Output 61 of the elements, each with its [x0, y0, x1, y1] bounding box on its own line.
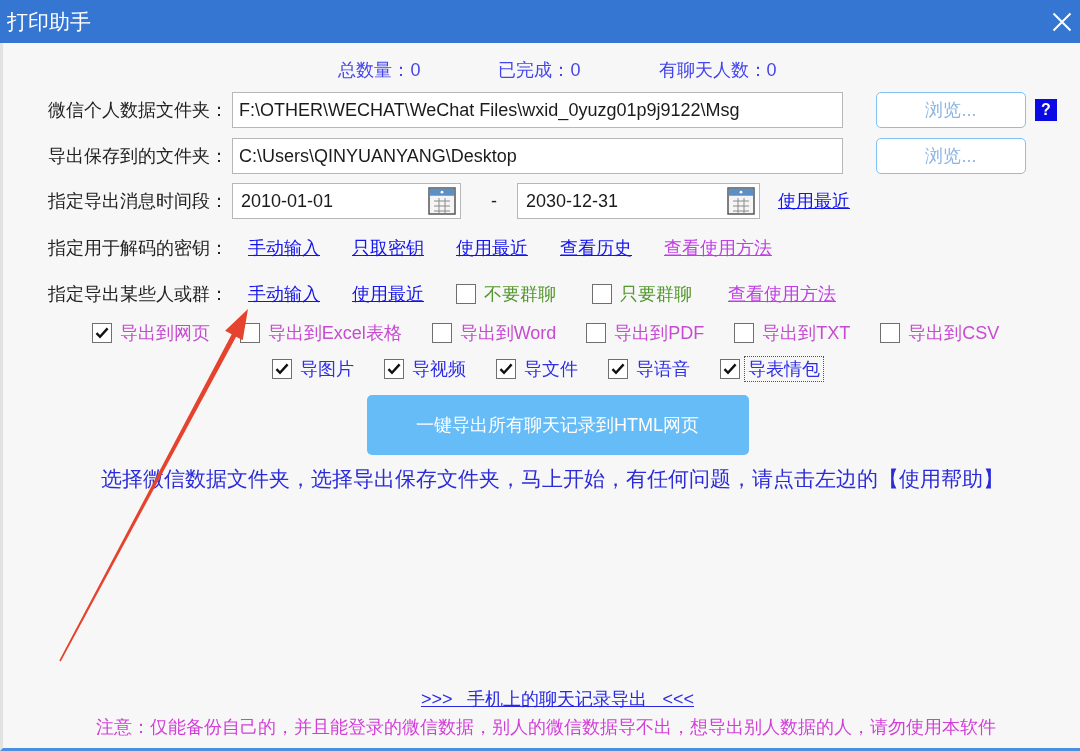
checkbox-label: 不要群聊	[483, 283, 557, 306]
counter-text: 已完成：0	[498, 59, 581, 82]
checkbox[interactable]	[495, 359, 516, 379]
checkbox-label: 导文件	[522, 358, 579, 381]
checkbox[interactable]	[383, 359, 404, 379]
counter-text: 总数量：0	[338, 59, 421, 82]
warning-text: 注意：仅能备份自己的，并且能登录的微信数据，别人的微信数据导不出，想导出别人数据的人，请勿使用本软件	[96, 717, 996, 737]
checkbox[interactable]	[880, 323, 901, 343]
checkbox[interactable]	[271, 359, 292, 379]
checkbox-label: 导语音	[634, 358, 691, 381]
checkbox[interactable]	[586, 323, 607, 343]
checkmark-icon	[386, 363, 401, 375]
field-label: 指定导出某些人或群：	[48, 283, 229, 306]
link[interactable]: 使用最近	[352, 282, 424, 306]
field-label: 指定导出消息时间段：	[48, 190, 229, 213]
date-field[interactable]: 2030-12-31	[517, 183, 760, 219]
checkmark-icon	[722, 363, 737, 375]
checkbox-label: 导视频	[410, 358, 467, 381]
link[interactable]: 使用最近	[456, 236, 528, 260]
text-field[interactable]: C:\Users\QINYUANYANG\Desktop	[232, 138, 843, 174]
text-field[interactable]: F:\OTHER\WECHAT\WeChat Files\wxid_0yuzg01p9j9122\Msg	[232, 92, 843, 128]
field-label: 微信个人数据文件夹：	[48, 99, 229, 122]
checkbox[interactable]	[719, 359, 740, 379]
separator-text: -	[491, 190, 497, 213]
checkbox[interactable]	[592, 284, 612, 304]
checkbox-label: 导出到TXT	[761, 322, 852, 345]
link[interactable]: 使用最近	[778, 189, 850, 213]
checkmark-icon	[94, 327, 109, 339]
link[interactable]: 查看使用方法	[728, 282, 836, 306]
calendar-icon	[727, 187, 755, 215]
checkbox-label: 导表情包	[743, 356, 824, 382]
checkbox-label: 导出到Word	[458, 322, 558, 345]
checkbox[interactable]	[734, 323, 755, 343]
checkbox[interactable]	[456, 284, 476, 304]
calendar-icon	[428, 187, 456, 215]
close-button[interactable]	[1051, 10, 1073, 33]
checkbox-label: 导出到网页	[118, 322, 211, 345]
field-label: 指定用于解码的密钥：	[48, 237, 229, 260]
link[interactable]: 手动输入	[248, 282, 320, 306]
checkbox[interactable]	[607, 359, 628, 379]
checkbox-label: 导图片	[298, 358, 355, 381]
window-title: 打印助手	[6, 8, 91, 35]
checkbox-label: 只要群聊	[619, 283, 693, 306]
link[interactable]: 查看使用方法	[664, 236, 772, 260]
close-icon	[1052, 11, 1072, 32]
link[interactable]: 只取密钥	[352, 236, 424, 260]
checkmark-icon	[610, 363, 625, 375]
checkbox-label: 导出到Excel表格	[266, 322, 403, 345]
checkbox-label: 导出到CSV	[907, 322, 1001, 345]
checkbox[interactable]	[431, 323, 452, 343]
checkmark-icon	[498, 363, 513, 375]
checkbox-label: 导出到PDF	[613, 322, 706, 345]
help-button[interactable]: ?	[1035, 99, 1057, 121]
counter-text: 有聊天人数：0	[658, 59, 777, 82]
checkmark-icon	[274, 363, 289, 375]
date-field[interactable]: 2010-01-01	[232, 183, 461, 219]
field-label: 导出保存到的文件夹：	[48, 145, 229, 168]
link[interactable]: >>> 手机上的聊天记录导出 <<<	[420, 687, 695, 711]
link[interactable]: 手动输入	[248, 236, 320, 260]
link[interactable]: 查看历史	[560, 236, 632, 260]
checkbox[interactable]	[91, 323, 112, 343]
